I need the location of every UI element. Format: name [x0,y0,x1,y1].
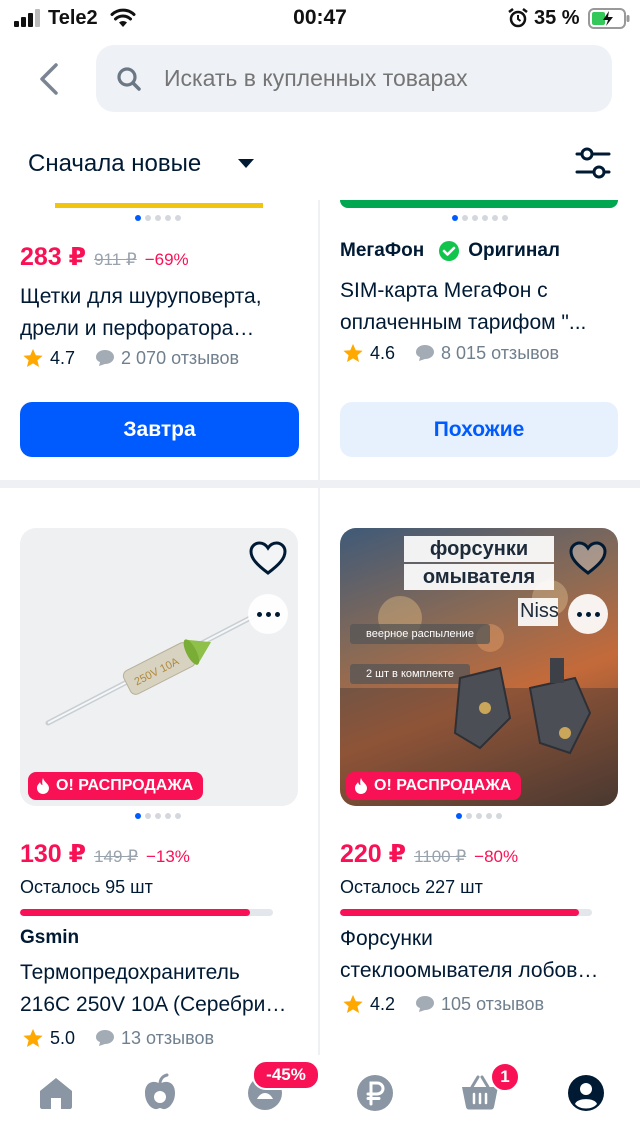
cart-count-badge: 1 [490,1062,520,1092]
promo-badge: -45% [252,1060,320,1090]
discount: −69% [144,250,189,269]
image-pager [135,813,181,821]
old-price: 1100 ₽ [414,847,467,866]
back-arrow-icon[interactable] [34,62,64,96]
status-bar: Tele2 00:47 35 % [0,0,640,38]
grid-divider [0,480,640,488]
flame-icon [37,778,49,794]
title-line: SIM-карта МегаФон с [340,279,548,302]
product-image[interactable] [20,200,298,208]
image-pager [135,215,181,223]
comment-icon [416,345,435,361]
review-count[interactable]: 2 070 отзывов [121,348,239,369]
image-title: омывателя [422,565,536,588]
product-image[interactable] [340,200,618,208]
rating: 5.0 13 отзывов [22,1027,214,1049]
verified-icon [439,241,460,261]
comment-icon [96,1030,115,1046]
image-title: форсунки [429,537,529,560]
sale-badge: О! РАСПРОДАЖА [346,772,522,800]
sort-dropdown[interactable]: Сначала новые [28,150,201,178]
star-icon [343,994,363,1013]
comment-icon [416,996,435,1012]
title-line: Форсунки [340,927,433,950]
ruble-icon[interactable] [355,1073,395,1113]
price: 130 ₽ [20,840,87,868]
battery-percent: 35 % [534,7,580,29]
old-price: 149 ₽ [94,847,138,866]
battery-icon [588,8,630,29]
grid-divider [318,200,320,1055]
filter-icon[interactable] [574,144,612,182]
title-line: Термопредохранитель [20,961,240,984]
review-count[interactable]: 105 отзывов [441,994,544,1015]
chevron-down-icon[interactable] [238,159,254,168]
title-line: дрели и перфоратора… [20,317,255,340]
price: 283 ₽ [20,243,87,271]
stock-left: Осталось 227 шт [340,877,483,897]
alarm-icon [508,8,528,28]
sale-badge: О! РАСПРОДАЖА [28,772,204,800]
price: 220 ₽ [340,840,407,868]
product-title[interactable]: Щетки для шуруповерта, дрели и перфорато… [20,281,305,345]
stock-progress-fill [340,909,580,916]
flame-icon [355,778,367,794]
review-count[interactable]: 8 015 отзывов [441,343,559,364]
image-caption: веерное распыление [366,628,474,640]
stock-left: Осталось 95 шт [20,877,153,897]
sale-text: О! РАСПРОДАЖА [374,777,512,794]
product-title[interactable]: Форсунки стеклоомывателя лобов… [340,923,625,987]
rating: 4.6 8 015 отзывов [342,342,559,364]
product-title[interactable]: Термопредохранитель 216C 250V 10A (Сереб… [20,957,305,1021]
delivery-button[interactable]: Завтра [20,402,299,457]
rating: 4.2 105 отзывов [342,993,544,1015]
image-caption: 2 шт в комплекте [365,668,455,680]
rating-value: 4.6 [370,342,396,363]
more-options-icon[interactable] [248,594,288,634]
comment-icon [96,350,115,366]
star-icon [343,343,363,362]
more-options-icon[interactable] [568,594,608,634]
rating: 4.7 2 070 отзывов [22,347,239,369]
brand-name[interactable]: Gsmin [20,927,79,949]
rating-value: 4.7 [50,347,76,368]
search-input[interactable] [164,65,594,92]
heart-icon[interactable] [248,539,288,579]
title-line: Щетки для шуруповерта, [20,285,262,308]
fresh-apple-icon[interactable] [140,1073,180,1113]
heart-icon[interactable] [568,539,608,579]
title-line: оплаченным тарифом "... [340,311,587,334]
image-brand: Niss [520,600,559,622]
brand-row: МегаФон Оригинал [340,240,560,262]
sale-text: О! РАСПРОДАЖА [56,777,194,794]
search-icon [117,67,141,91]
image-pager [452,215,508,223]
tab-bar: -45% 1 [0,1055,640,1139]
stock-progress-fill [20,909,251,916]
star-icon [23,348,43,367]
brand-name[interactable]: МегаФон [340,240,424,262]
price-block: 283 ₽ 911 ₽ −69% [20,242,189,272]
rating-value: 4.2 [370,993,396,1014]
discount: −13% [145,847,190,866]
home-icon[interactable] [36,1073,76,1113]
price-block: 130 ₽ 149 ₽ −13% [20,839,190,869]
title-line: стеклоомывателя лобов… [340,959,599,982]
old-price: 911 ₽ [94,250,137,269]
profile-icon[interactable] [566,1073,606,1113]
price-block: 220 ₽ 1100 ₽ −80% [340,839,518,869]
rating-value: 5.0 [50,1027,76,1048]
title-line: 216C 250V 10A (Серебри… [20,993,287,1016]
similar-button[interactable]: Похожие [340,402,618,457]
product-title[interactable]: SIM-карта МегаФон с оплаченным тарифом "… [340,275,625,339]
stock-progress [340,909,592,916]
discount: −80% [474,847,519,866]
search-bar[interactable] [96,45,612,112]
star-icon [23,1028,43,1047]
image-pager [456,813,502,821]
stock-progress [20,909,273,916]
original-badge: Оригинал [468,240,560,261]
review-count[interactable]: 13 отзывов [121,1028,214,1049]
